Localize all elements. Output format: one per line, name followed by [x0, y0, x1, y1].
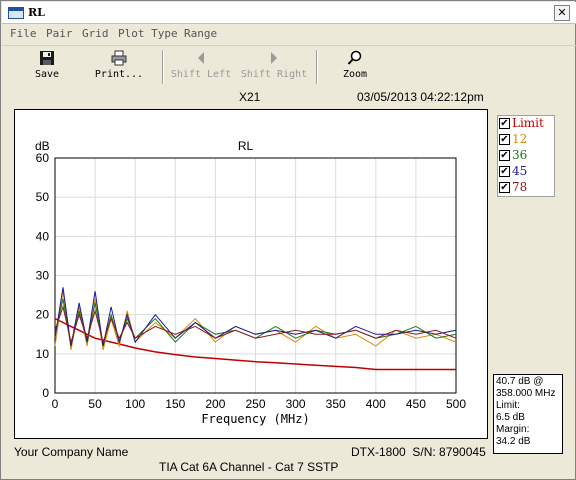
triangle-right-icon [271, 52, 277, 64]
menu-plot-type[interactable]: Plot Type [118, 27, 178, 40]
legend-label: 12 [512, 132, 528, 146]
zoom-label: Zoom [342, 69, 368, 80]
x-tick-label: 250 [245, 397, 265, 411]
toolbar-separator [162, 50, 164, 84]
legend-checkbox[interactable]: ✔ [499, 118, 510, 129]
magnifier-icon [347, 50, 362, 65]
legend-item-45[interactable]: ✔ 45 [498, 164, 554, 180]
triangle-left-icon [198, 52, 204, 64]
shift-left-label: Shift Left [170, 69, 232, 80]
x-tick-label: 100 [125, 397, 145, 411]
legend-item-limit[interactable]: ✔ Limit [498, 116, 554, 132]
legend-label: 45 [512, 164, 528, 178]
legend-checkbox[interactable]: ✔ [499, 150, 510, 161]
measurement-info-box: 40.7 dB @ 358.000 MHz Limit: 6.5 dB Marg… [493, 374, 563, 454]
y-tick-label: 0 [42, 386, 49, 400]
legend-item-36[interactable]: ✔ 36 [498, 148, 554, 164]
toolbar: Save Print... Shift Left Shift Right Zoo… [2, 45, 576, 87]
chart-title: RL [238, 139, 254, 153]
printer-icon [111, 50, 127, 66]
legend-checkbox[interactable]: ✔ [499, 182, 510, 193]
info-line: 40.7 dB @ [496, 376, 544, 387]
zoom-button[interactable]: Zoom [340, 50, 370, 80]
y-axis-label: dB [35, 139, 50, 153]
x-tick-label: 450 [406, 397, 426, 411]
plot-panel: 0 10 20 30 40 50 60 0 50 100 150 200 250 300 350 400 450… [14, 109, 488, 439]
legend-checkbox[interactable]: ✔ [499, 134, 510, 145]
title-bar[interactable]: RL ✕ [2, 2, 576, 24]
legend-checkbox[interactable]: ✔ [499, 166, 510, 177]
info-line: Limit: [496, 400, 520, 411]
shift-right-label: Shift Right [240, 69, 308, 80]
legend-item-78[interactable]: ✔ 78 [498, 180, 554, 196]
window-title: RL [28, 6, 45, 19]
info-line: 6.5 dB [496, 412, 525, 423]
menu-range[interactable]: Range [184, 27, 217, 40]
test-datetime: 03/05/2013 04:22:12pm [357, 90, 484, 104]
info-line: 358.000 MHz [496, 388, 556, 399]
menu-bar: File Pair Grid Plot Type Range [2, 25, 576, 43]
legend-label: 36 [512, 148, 528, 162]
legend-item-12[interactable]: ✔ 12 [498, 132, 554, 148]
x-axis-label: Frequency (MHz) [201, 412, 309, 426]
menu-grid[interactable]: Grid [82, 27, 109, 40]
shift-right-button[interactable]: Shift Right [240, 50, 308, 80]
app-window: RL ✕ File Pair Grid Plot Type Range Save… [0, 0, 576, 480]
x-tick-label: 400 [366, 397, 386, 411]
close-button[interactable]: ✕ [554, 5, 570, 21]
x-tick-label: 300 [286, 397, 306, 411]
device-serial: DTX-1800 S/N: 8790045 [351, 445, 486, 459]
x-tick-label: 500 [446, 397, 466, 411]
info-line: 34.2 dB [496, 436, 531, 447]
x-tick-label: 50 [88, 397, 102, 411]
y-tick-label: 40 [36, 229, 50, 243]
print-button[interactable]: Print... [94, 50, 144, 80]
y-tick-label: 20 [36, 308, 50, 322]
save-button[interactable]: Save [32, 50, 62, 80]
x-tick-label: 350 [326, 397, 346, 411]
test-standard: TIA Cat 6A Channel - Cat 7 SSTP [159, 460, 339, 474]
x-tick-label: 150 [165, 397, 185, 411]
test-id: X21 [239, 90, 261, 104]
company-name: Your Company Name [14, 445, 129, 459]
menu-pair[interactable]: Pair [46, 27, 73, 40]
menu-file[interactable]: File [10, 27, 37, 40]
toolbar-separator [316, 50, 318, 84]
info-line: Margin: [496, 424, 530, 435]
save-label: Save [34, 69, 60, 80]
legend-label: Limit [512, 116, 544, 130]
app-window-icon [8, 7, 24, 19]
floppy-disk-icon [40, 51, 54, 65]
rl-chart[interactable]: 0 10 20 30 40 50 60 0 50 100 150 200 250 300 350 400 450… [15, 110, 487, 438]
shift-left-button[interactable]: Shift Left [170, 50, 232, 80]
legend: ✔ Limit ✔ 12 ✔ 36 ✔ 45 ✔ 78 [497, 115, 555, 197]
y-tick-label: 30 [36, 269, 50, 283]
x-tick-label: 0 [52, 397, 59, 411]
x-tick-label: 200 [205, 397, 225, 411]
y-tick-label: 50 [36, 190, 50, 204]
legend-label: 78 [512, 180, 528, 194]
y-tick-label: 10 [36, 347, 50, 361]
y-tick-label: 60 [36, 151, 50, 165]
print-label: Print... [94, 69, 144, 80]
